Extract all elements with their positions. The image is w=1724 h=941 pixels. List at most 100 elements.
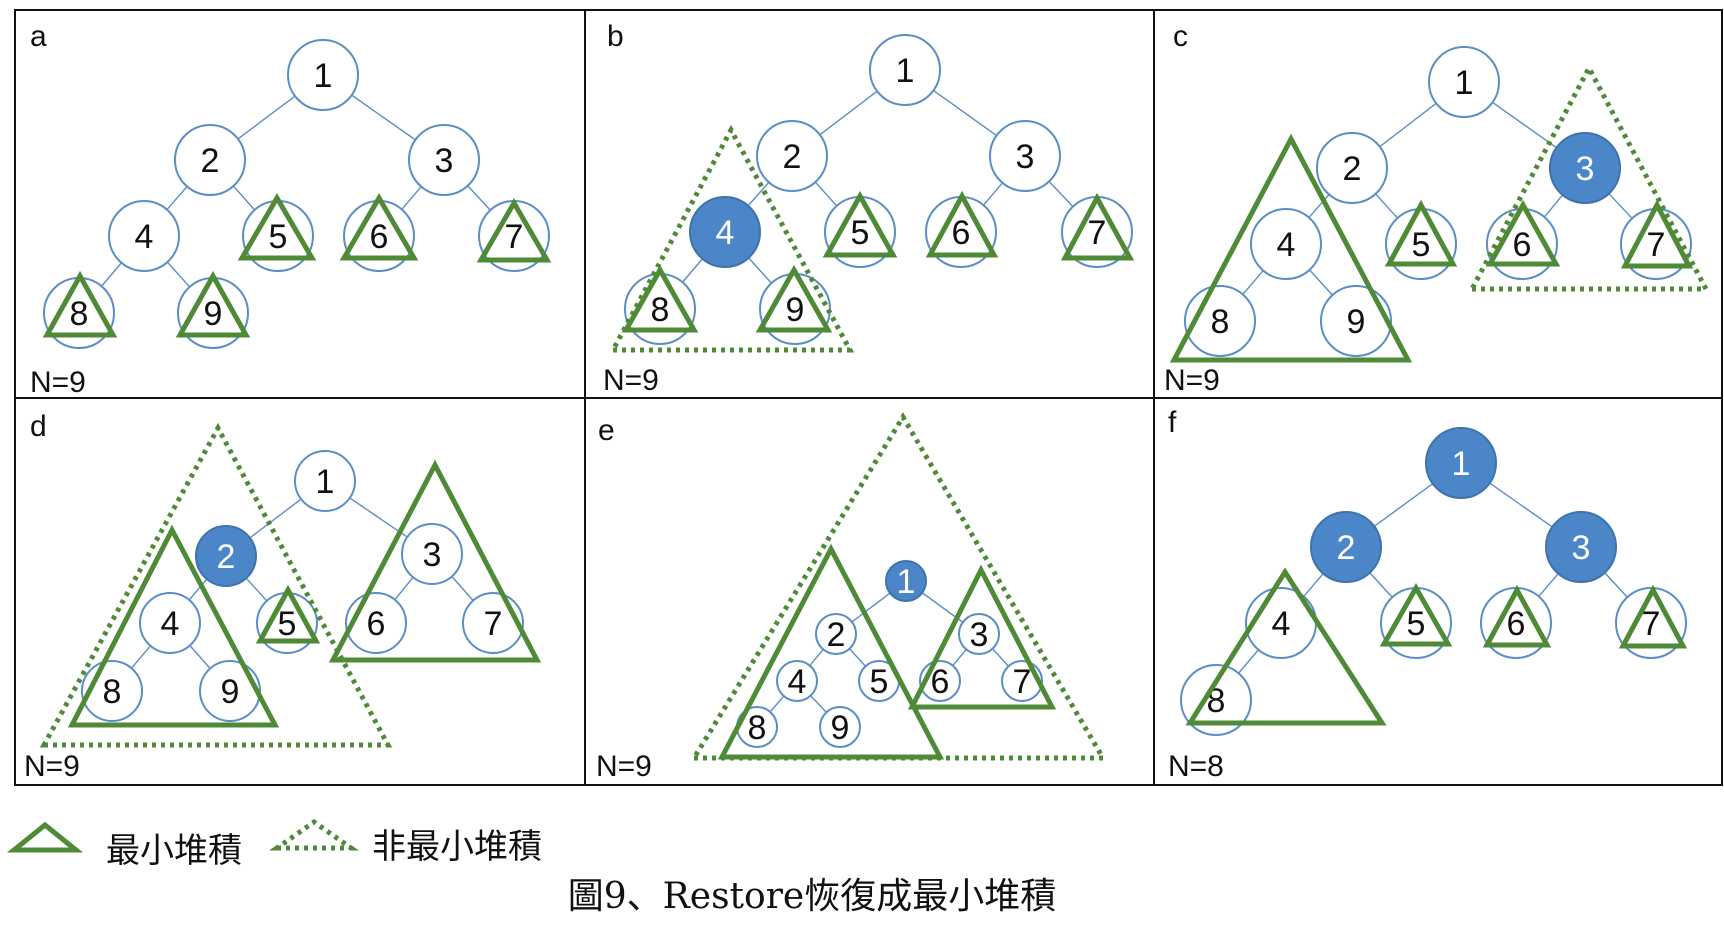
node-label: 3 [1576,150,1595,188]
tree-edge [166,261,191,288]
heap-node-2: 2 [815,613,857,655]
tree-edge [814,181,838,207]
heap-node-2: 2 [174,124,246,196]
node-label: 5 [1412,226,1431,264]
node-label: 1 [897,563,916,601]
node-label: 9 [1347,303,1366,341]
node-label: 3 [1572,529,1591,567]
legend-solid-triangle [6,821,84,853]
tree-edge [351,94,416,141]
panel-node-count: N=9 [596,750,652,783]
tree-edge [810,695,827,713]
node-label: 1 [1455,64,1474,102]
heap-node-1: 1 [869,34,941,106]
panel-letter: a [30,20,47,53]
node-label: 9 [204,295,223,333]
panel-letter: b [607,20,624,53]
node-label: 5 [870,663,889,701]
heap-node-1: 1 [1428,46,1500,118]
node-label: 5 [269,218,288,256]
node-label: 6 [367,605,386,643]
tree-edge [748,257,772,284]
heap-node-1: 1 [287,39,359,111]
heap-node-1: 1 [885,560,927,602]
node-label: 4 [161,605,180,643]
tree-edge [1375,193,1398,219]
tree-edge [1238,649,1259,674]
legend-dotted-label: 非最小堆積 [372,827,542,867]
legend: 最小堆積 非最小堆積 [6,818,542,871]
node-label: 2 [827,616,846,654]
tree-edge [991,648,1010,667]
panel-d: 1 2 3 4 5 6 7 8 9 d N=9 [14,397,586,786]
tree-edge [983,182,1003,206]
panel-node-count: N=9 [30,366,86,399]
tree-edge [1309,269,1333,296]
legend-solid-label: 最小堆積 [106,831,242,871]
node-label: 2 [217,538,236,576]
heap-node-2: 2 [195,525,257,587]
node-label: 2 [201,142,220,180]
tree-edge [1373,483,1434,527]
heap-node-3: 3 [401,523,463,585]
heap-node-4: 4 [108,200,180,272]
heap-node-2: 2 [1310,511,1382,583]
node-label: 7 [1647,226,1666,264]
panel-a: 1 2 3 4 5 6 7 8 9 a N=9 [14,9,586,399]
tree-edge [166,185,188,211]
node-label: 1 [314,57,333,95]
node-label: 2 [1337,529,1356,567]
tree-edge [1379,102,1437,148]
node-label: 9 [221,673,240,711]
tree-edge [245,577,268,602]
heap-node-4: 4 [1250,208,1322,280]
tree-edge [189,645,211,669]
node-label: 6 [952,214,971,252]
node-label: 3 [1016,138,1035,176]
panel-letter: d [30,410,47,443]
node-label: 7 [1088,214,1107,252]
heap-node-3: 3 [408,124,480,196]
node-label: 1 [1452,445,1471,483]
node-label: 7 [484,605,503,643]
tree-edge [769,695,785,713]
tree-edge [467,185,491,211]
tree-edge [232,185,256,211]
tree-edge [401,186,422,210]
node-label: 8 [1211,303,1230,341]
tree-edge [819,90,878,136]
tree-edge [1543,194,1564,218]
node-label: 1 [896,52,915,90]
tree-edge [1369,572,1393,598]
tree-edge [809,648,824,667]
node-label: 3 [970,616,989,654]
tree-edge [394,576,414,601]
panel-b: 1 2 3 4 5 6 7 8 9 b N=9 [584,9,1155,399]
node-label: 8 [748,709,767,747]
panels-layer: 12 34 5 6 78 9aN=912 34 5 6 78 9bN=912 34 5 6 78 9cN=91… [14,9,1723,786]
heap-node-3: 3 [1545,511,1617,583]
node-label: 5 [851,214,870,252]
panel-node-count: N=8 [1168,750,1224,783]
panel-frame [584,397,1155,786]
node-label: 2 [783,138,802,176]
heap-node-3: 3 [958,613,1000,655]
tree-edge [1538,573,1559,597]
heap-node-4: 4 [776,660,818,702]
figure-caption: 圖9、Restore恢復成最小堆積 [568,876,1056,917]
tree-edge [1489,482,1553,528]
node-label: 5 [1407,605,1426,643]
node-label: 5 [278,605,297,643]
tree-edge [130,645,152,669]
node-label: 4 [1272,605,1291,643]
node-label: 4 [716,214,735,252]
node-label: 6 [1507,605,1526,643]
node-label: 2 [1343,150,1362,188]
heap-node-9: 9 [199,660,261,722]
panel-node-count: N=9 [1164,364,1220,397]
tree-edge [682,258,703,283]
tree-edge [1604,572,1628,598]
tree-edge [451,576,474,601]
heap-restore-figure: 12 34 5 6 78 9aN=912 34 5 6 78 9bN=912 34 5 6 78 9cN=91… [6,9,1723,917]
heap-node-4: 4 [139,592,201,654]
